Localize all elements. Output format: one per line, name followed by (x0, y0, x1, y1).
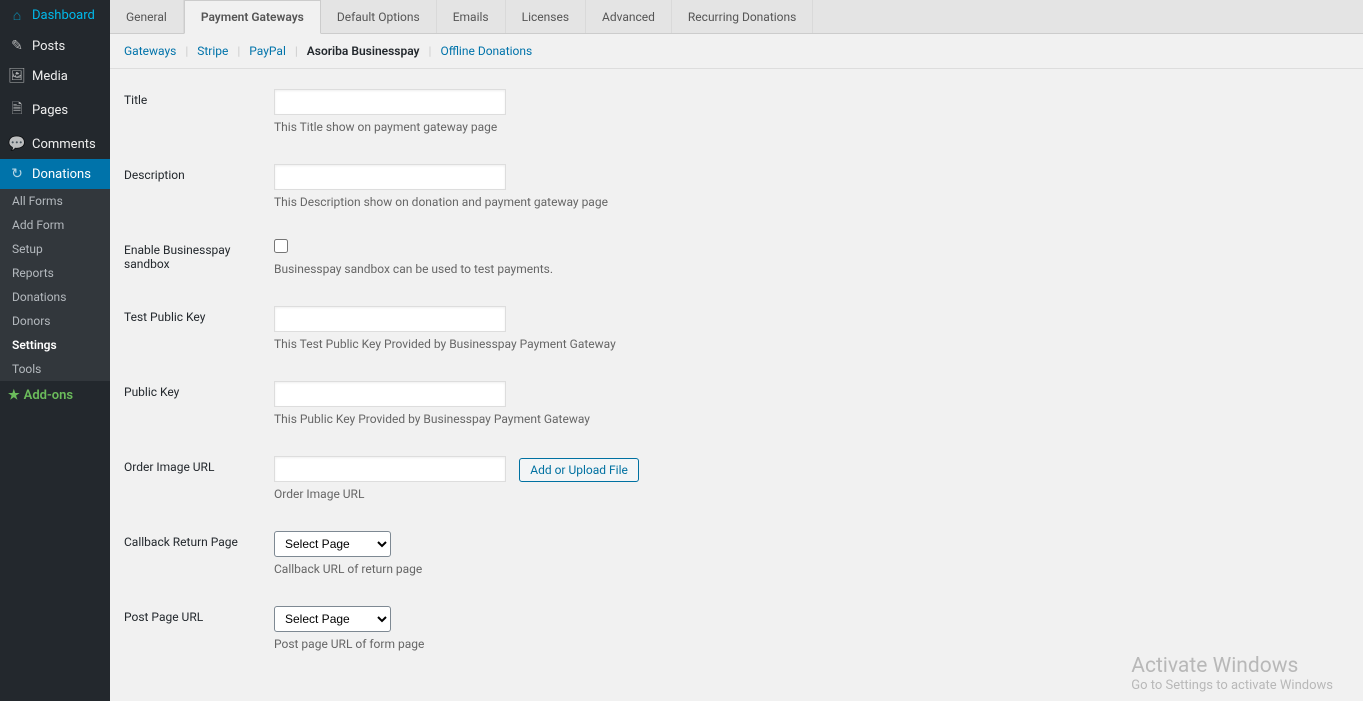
select-post-page-url[interactable]: Select Page (274, 606, 391, 632)
row-post-page-url: Post Page URL Select Page Post page URL … (124, 606, 1349, 651)
row-public-key: Public Key This Public Key Provided by B… (124, 381, 1349, 426)
subtab-paypal[interactable]: PayPal (249, 44, 286, 58)
posts-icon: ✎ (8, 38, 26, 54)
donations-icon: ↻ (8, 166, 26, 182)
input-description[interactable] (274, 164, 506, 190)
sub-donors[interactable]: Donors (0, 309, 110, 333)
label-post-page-url: Post Page URL (124, 606, 274, 624)
sub-reports[interactable]: Reports (0, 261, 110, 285)
input-public-key[interactable] (274, 381, 506, 407)
hint-sandbox: Businesspay sandbox can be used to test … (274, 262, 1349, 276)
menu-label: Media (32, 69, 68, 84)
row-order-image-url: Order Image URL Add or Upload File Order… (124, 456, 1349, 501)
row-description: Description This Description show on don… (124, 164, 1349, 209)
input-title[interactable] (274, 89, 506, 115)
tab-advanced[interactable]: Advanced (586, 0, 672, 33)
menu-pages[interactable]: 🗎 Pages (0, 91, 110, 129)
tab-recurring-donations[interactable]: Recurring Donations (672, 0, 813, 33)
subtab-asoriba[interactable]: Asoriba Businesspay (307, 44, 420, 58)
subtab-gateways[interactable]: Gateways (124, 44, 176, 58)
submenu-donations: All Forms Add Form Setup Reports Donatio… (0, 189, 110, 381)
hint-title: This Title show on payment gateway page (274, 120, 1349, 134)
tab-default-options[interactable]: Default Options (321, 0, 437, 33)
menu-label: Comments (32, 137, 96, 152)
pages-icon: 🗎 (8, 98, 26, 122)
label-description: Description (124, 164, 274, 182)
separator: | (237, 44, 240, 58)
star-icon: ★ (8, 388, 20, 403)
menu-label: Pages (32, 103, 68, 118)
tab-licenses[interactable]: Licenses (506, 0, 586, 33)
sub-setup[interactable]: Setup (0, 237, 110, 261)
menu-donations[interactable]: ↻ Donations (0, 159, 110, 189)
hint-order-image-url: Order Image URL (274, 487, 1349, 501)
upload-file-button[interactable]: Add or Upload File (519, 458, 639, 482)
tab-payment-gateways[interactable]: Payment Gateways (184, 0, 321, 34)
hint-public-key: This Public Key Provided by Businesspay … (274, 412, 1349, 426)
menu-media[interactable]: 🖼 Media (0, 61, 110, 91)
sub-settings[interactable]: Settings (0, 333, 110, 357)
label-test-public-key: Test Public Key (124, 306, 274, 324)
subtab-offline[interactable]: Offline Donations (440, 44, 532, 58)
menu-dashboard[interactable]: ⌂ Dashboard (0, 0, 110, 31)
main-content: General Payment Gateways Default Options… (110, 0, 1363, 701)
input-order-image-url[interactable] (274, 456, 506, 482)
input-test-public-key[interactable] (274, 306, 506, 332)
comments-icon: 💬 (8, 136, 26, 152)
menu-label: Posts (32, 39, 65, 54)
menu-addons[interactable]: ★ Add-ons (0, 381, 110, 410)
dashboard-icon: ⌂ (8, 7, 26, 24)
menu-label: Donations (32, 167, 91, 182)
label-public-key: Public Key (124, 381, 274, 399)
tab-general[interactable]: General (110, 0, 184, 33)
gateway-subtabs: Gateways | Stripe | PayPal | Asoriba Bus… (110, 34, 1363, 69)
checkbox-sandbox[interactable] (274, 239, 288, 253)
menu-comments[interactable]: 💬 Comments (0, 129, 110, 159)
sub-donations[interactable]: Donations (0, 285, 110, 309)
menu-label: Dashboard (32, 8, 95, 23)
label-sandbox: Enable Businesspay sandbox (124, 239, 274, 271)
sub-add-form[interactable]: Add Form (0, 213, 110, 237)
tab-emails[interactable]: Emails (437, 0, 506, 33)
hint-post-page-url: Post page URL of form page (274, 637, 1349, 651)
gateway-settings-form: Title This Title show on payment gateway… (110, 69, 1363, 701)
hint-callback-return: Callback URL of return page (274, 562, 1349, 576)
menu-posts[interactable]: ✎ Posts (0, 31, 110, 61)
sub-tools[interactable]: Tools (0, 357, 110, 381)
select-callback-return[interactable]: Select Page (274, 531, 391, 557)
hint-test-public-key: This Test Public Key Provided by Busines… (274, 337, 1349, 351)
admin-sidebar: ⌂ Dashboard ✎ Posts 🖼 Media 🗎 Pages 💬 Co… (0, 0, 110, 701)
row-test-public-key: Test Public Key This Test Public Key Pro… (124, 306, 1349, 351)
separator: | (295, 44, 298, 58)
row-callback-return: Callback Return Page Select Page Callbac… (124, 531, 1349, 576)
label-title: Title (124, 89, 274, 107)
menu-label: Add-ons (24, 388, 73, 403)
hint-description: This Description show on donation and pa… (274, 195, 1349, 209)
subtab-stripe[interactable]: Stripe (197, 44, 228, 58)
settings-tabbar: General Payment Gateways Default Options… (110, 0, 1363, 34)
label-callback-return: Callback Return Page (124, 531, 274, 549)
media-icon: 🖼 (8, 68, 26, 84)
separator: | (429, 44, 432, 58)
label-order-image-url: Order Image URL (124, 456, 274, 474)
separator: | (185, 44, 188, 58)
row-title: Title This Title show on payment gateway… (124, 89, 1349, 134)
row-sandbox: Enable Businesspay sandbox Businesspay s… (124, 239, 1349, 276)
sub-all-forms[interactable]: All Forms (0, 189, 110, 213)
